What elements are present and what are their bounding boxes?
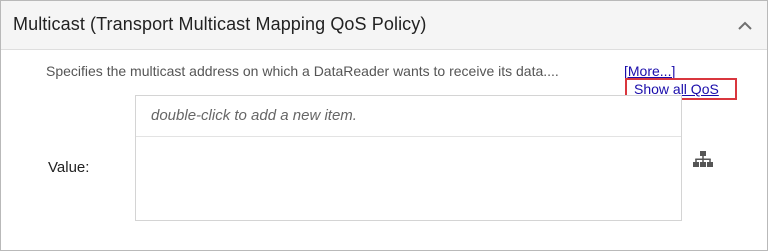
panel-header[interactable]: Multicast (Transport Multicast Mapping Q…: [1, 1, 767, 50]
add-item-row[interactable]: double-click to add a new item.: [136, 96, 681, 137]
more-link[interactable]: [More...]: [624, 63, 675, 79]
policy-description: Specifies the multicast address on which…: [46, 63, 559, 79]
hierarchy-icon[interactable]: [691, 148, 715, 170]
qos-policy-panel: Multicast (Transport Multicast Mapping Q…: [0, 0, 768, 251]
add-item-placeholder: double-click to add a new item.: [151, 107, 357, 124]
value-list-editor[interactable]: double-click to add a new item.: [135, 95, 682, 221]
panel-title: Multicast (Transport Multicast Mapping Q…: [13, 14, 427, 34]
chevron-up-icon[interactable]: [733, 14, 757, 38]
list-body[interactable]: [136, 137, 681, 220]
value-label: Value:: [48, 159, 90, 176]
